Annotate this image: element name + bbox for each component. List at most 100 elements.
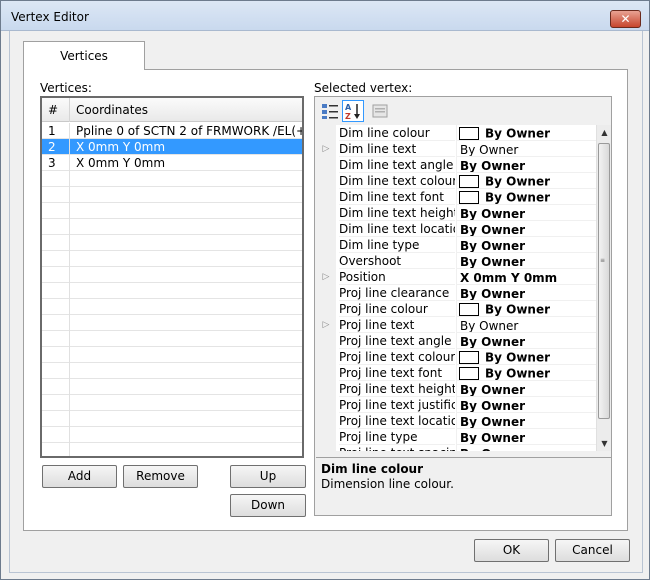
property-value[interactable]: By Owner [456, 429, 596, 445]
property-value[interactable]: By Owner [456, 301, 596, 317]
property-value[interactable]: By Owner [456, 173, 596, 189]
table-row[interactable]: 1 Ppline 0 of SCTN 2 of FRMWORK /EL(+)10.… [42, 123, 302, 139]
property-value-text: X 0mm Y 0mm [460, 270, 558, 285]
scroll-thumb[interactable] [598, 143, 610, 419]
colour-swatch [459, 351, 479, 364]
scroll-down-icon[interactable]: ▼ [597, 436, 612, 451]
row-coordinates [70, 267, 302, 283]
alphabetical-sort-icon[interactable]: A Z [342, 100, 364, 122]
table-row[interactable]: 2 X 0mm Y 0mm [42, 139, 302, 155]
row-number [42, 427, 70, 443]
property-value[interactable]: By Owner [456, 253, 596, 269]
row-number [42, 315, 70, 331]
property-row[interactable]: Dim line type By Owner [316, 237, 596, 253]
expand-arrow-icon[interactable]: ▷ [316, 317, 336, 333]
property-value[interactable]: By Owner [456, 141, 596, 157]
property-row[interactable]: ▷ Proj line text By Owner [316, 317, 596, 333]
column-header-number[interactable]: # [42, 98, 70, 122]
property-row[interactable]: Proj line text angle By Owner [316, 333, 596, 349]
categorized-view-icon[interactable] [319, 100, 341, 122]
add-button[interactable]: Add [42, 465, 117, 488]
property-value[interactable]: By Owner [456, 157, 596, 173]
up-button[interactable]: Up [230, 465, 306, 488]
property-value[interactable]: By Owner [456, 413, 596, 429]
property-row[interactable]: Proj line colour By Owner [316, 301, 596, 317]
row-gutter [316, 445, 336, 451]
property-row[interactable]: Proj line text colour By Owner [316, 349, 596, 365]
property-row[interactable]: Proj line text height By Owner [316, 381, 596, 397]
property-value[interactable]: By Owner [456, 381, 596, 397]
property-name: Dim line text height [339, 206, 455, 221]
row-number [42, 379, 70, 395]
row-number: 1 [42, 123, 70, 139]
row-coordinates [70, 379, 302, 395]
empty-table-row [42, 395, 302, 411]
row-coordinates [70, 331, 302, 347]
property-row[interactable]: Proj line type By Owner [316, 429, 596, 445]
property-row[interactable]: Dim line text font By Owner [316, 189, 596, 205]
table-row[interactable]: 3 X 0mm Y 0mm [42, 155, 302, 171]
vertex-editor-window: Vertex Editor ✕ Vertices Vertices: # Coo… [0, 0, 650, 580]
title-bar[interactable]: Vertex Editor ✕ [1, 1, 649, 31]
property-value[interactable]: By Owner [456, 349, 596, 365]
property-row[interactable]: Overshoot By Owner [316, 253, 596, 269]
tab-vertices[interactable]: Vertices [23, 41, 145, 70]
colour-swatch [459, 191, 479, 204]
remove-button[interactable]: Remove [123, 465, 198, 488]
close-button[interactable]: ✕ [610, 10, 641, 28]
row-number [42, 235, 70, 251]
property-row[interactable]: Dim line text colour By Owner [316, 173, 596, 189]
vertices-grid[interactable]: # Coordinates 1 Ppline 0 of SCTN 2 of FRM… [40, 96, 304, 458]
property-name: Proj line text spacing [339, 445, 455, 451]
ok-button[interactable]: OK [474, 539, 549, 562]
property-name: Proj line text location [339, 414, 455, 429]
row-coordinates [70, 443, 302, 456]
down-button[interactable]: Down [230, 494, 306, 517]
property-row[interactable]: Proj line text justificatio By Owner [316, 397, 596, 413]
empty-table-row [42, 299, 302, 315]
property-value[interactable]: By Owner [456, 221, 596, 237]
property-value[interactable]: By Owner [456, 285, 596, 301]
row-number [42, 219, 70, 235]
property-row[interactable]: Dim line text location By Owner [316, 221, 596, 237]
scroll-up-icon[interactable]: ▲ [597, 125, 612, 140]
property-row[interactable]: Proj line clearance By Owner [316, 285, 596, 301]
row-gutter [316, 173, 336, 189]
property-name: Proj line clearance [339, 285, 455, 301]
property-value-text: By Owner [485, 350, 551, 365]
property-value-text: By Owner [460, 414, 526, 429]
property-row[interactable]: ▷ Dim line text By Owner [316, 141, 596, 157]
cancel-button[interactable]: Cancel [555, 539, 630, 562]
property-value-text: By Owner [485, 302, 551, 317]
property-row[interactable]: Dim line colour By Owner [316, 125, 596, 141]
row-gutter [316, 221, 336, 237]
property-scrollbar[interactable]: ▲ ≡ ▼ [596, 125, 611, 451]
property-value[interactable]: By Owner [456, 125, 596, 141]
empty-table-row [42, 251, 302, 267]
property-row[interactable]: Dim line text height By Owner [316, 205, 596, 221]
svg-text:Z: Z [345, 112, 351, 121]
column-header-coordinates[interactable]: Coordinates [70, 98, 302, 122]
property-value[interactable]: By Owner [456, 317, 596, 333]
expand-arrow-icon[interactable]: ▷ [316, 141, 336, 157]
empty-table-row [42, 379, 302, 395]
property-value[interactable]: By Owner [456, 365, 596, 381]
property-row[interactable]: Dim line text angle By Owner [316, 157, 596, 173]
property-value-text: By Owner [460, 158, 526, 173]
expand-arrow-icon[interactable]: ▷ [316, 269, 336, 285]
property-pages-icon[interactable] [369, 100, 391, 122]
row-coordinates [70, 219, 302, 235]
property-value[interactable]: By Owner [456, 237, 596, 253]
property-value[interactable]: By Owner [456, 397, 596, 413]
row-coordinates: Ppline 0 of SCTN 2 of FRMWORK /EL(+)10..… [76, 124, 302, 138]
property-value[interactable]: By Owner [456, 189, 596, 205]
property-row[interactable]: Proj line text spacingBy Owner [316, 445, 596, 451]
property-value[interactable]: By Owner [456, 333, 596, 349]
property-value[interactable]: X 0mm Y 0mm [456, 269, 596, 285]
property-value[interactable]: By Owner [456, 445, 596, 451]
property-row[interactable]: Proj line text font By Owner [316, 365, 596, 381]
property-row[interactable]: Proj line text location By Owner [316, 413, 596, 429]
property-value[interactable]: By Owner [456, 205, 596, 221]
vertices-label: Vertices: [40, 81, 92, 95]
property-row[interactable]: ▷ Position X 0mm Y 0mm [316, 269, 596, 285]
